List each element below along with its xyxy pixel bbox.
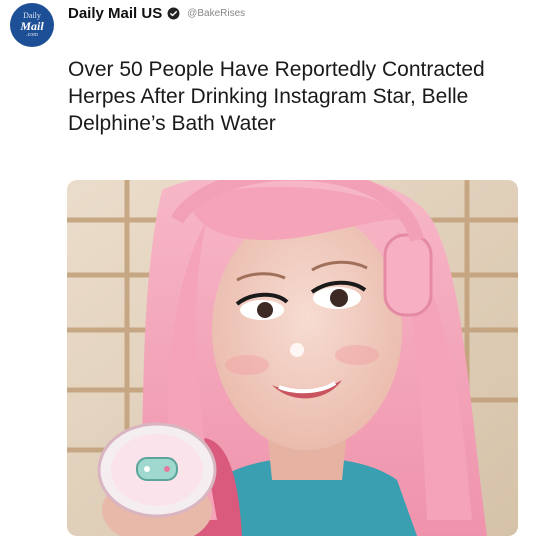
tweet-headline: Over 50 People Have Reportedly Contracte…: [68, 58, 485, 135]
tweet-card[interactable]: Daily Mail .com Daily Mail US @BakeRises…: [0, 0, 537, 549]
verified-badge-icon: [167, 7, 180, 20]
bath-water-jar: [97, 422, 217, 518]
avatar[interactable]: Daily Mail .com: [10, 3, 54, 47]
photo-illustration: [67, 180, 518, 536]
avatar-text-line1: Daily: [23, 11, 41, 20]
avatar-text-line3: .com: [26, 32, 38, 38]
author-handle[interactable]: @BakeRises: [187, 8, 245, 19]
tweet-header: Daily Mail US @BakeRises: [68, 5, 245, 22]
author-display-name[interactable]: Daily Mail US: [68, 5, 162, 22]
tweet-photo[interactable]: [67, 180, 518, 536]
avatar-text-line2: Mail: [20, 19, 44, 33]
